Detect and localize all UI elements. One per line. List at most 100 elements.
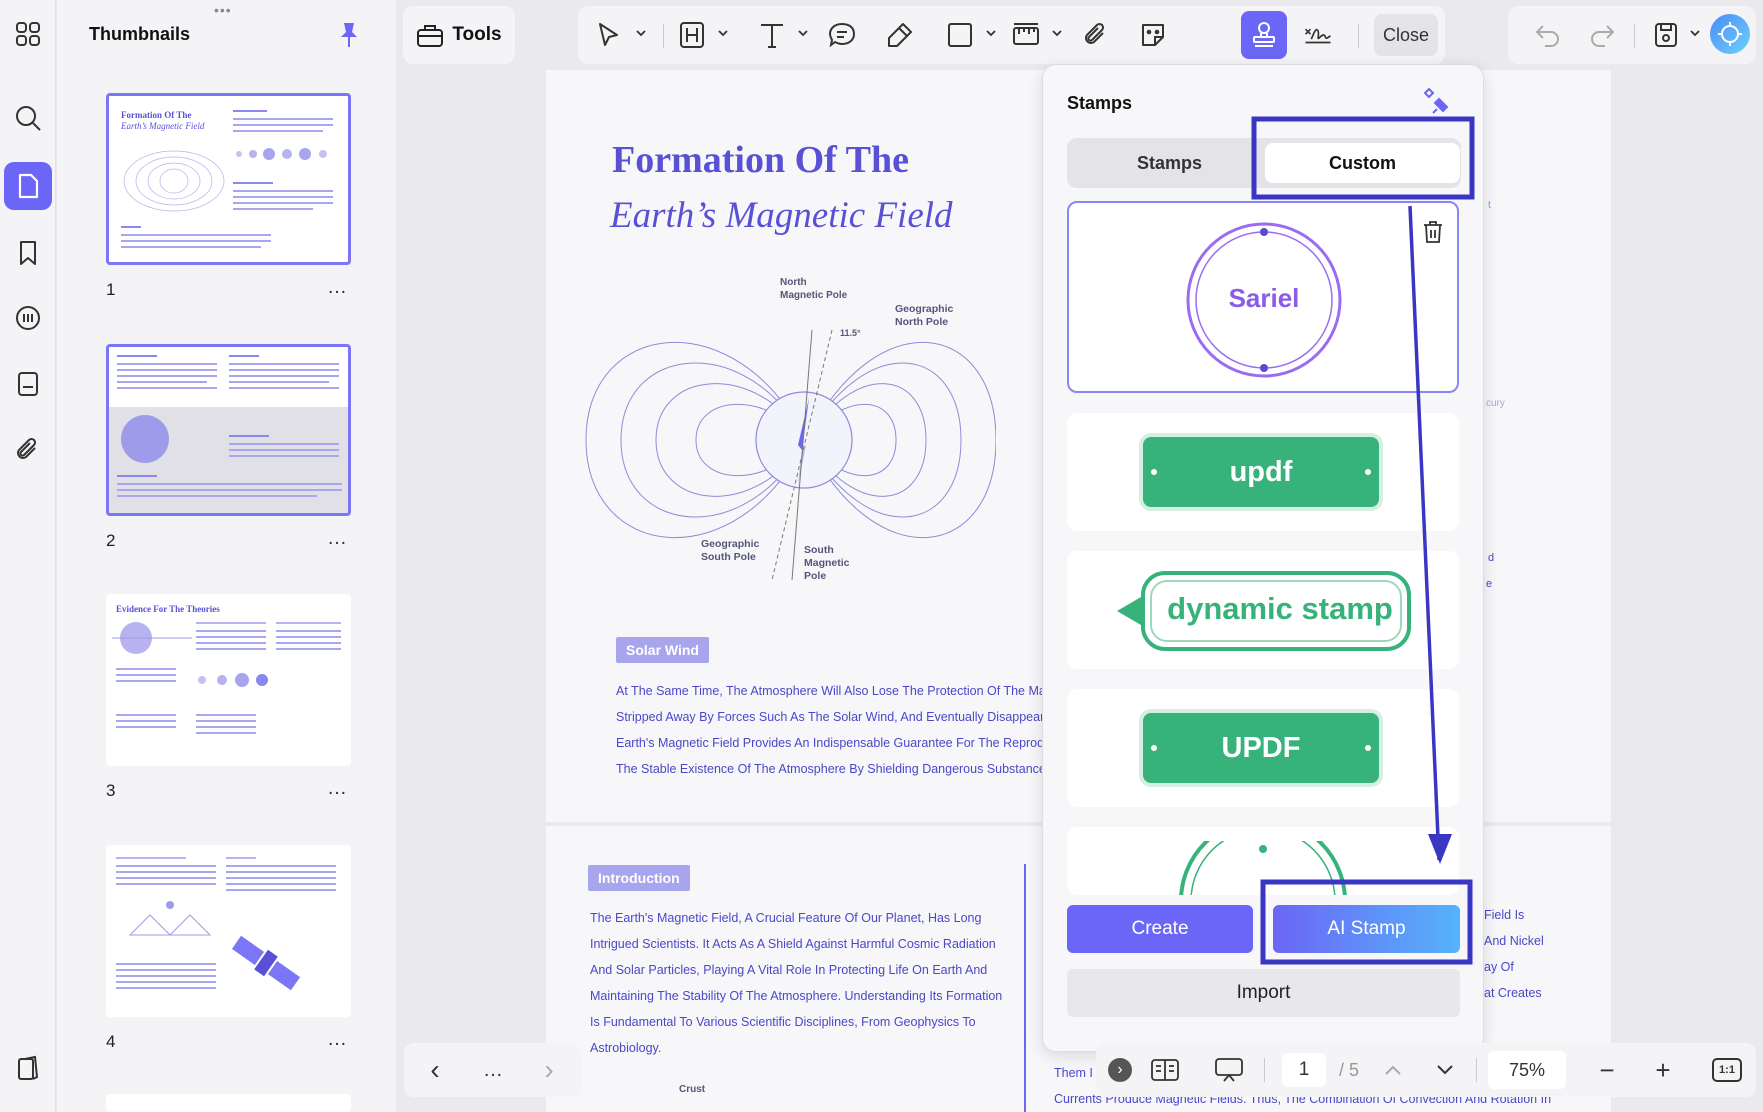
- text-chevron-down-icon[interactable]: [796, 26, 810, 40]
- select-chevron-down-icon[interactable]: [634, 26, 648, 40]
- solar-wind-tag: Solar Wind: [616, 637, 709, 663]
- thumb-1-title: Formation Of The: [121, 110, 192, 120]
- bookmark-icon[interactable]: [4, 229, 52, 277]
- doc-title-line2: Earth’s Magnetic Field: [610, 195, 953, 236]
- label-south-magnetic-pole: South Magnetic Pole: [804, 544, 850, 582]
- label-geographic-north-pole: Geographic North Pole: [895, 303, 954, 328]
- attachment-icon[interactable]: [4, 426, 52, 474]
- ai-assistant-icon[interactable]: [1710, 14, 1750, 54]
- undo-icon[interactable]: [1530, 17, 1566, 53]
- measure-ruler-icon[interactable]: [1008, 17, 1044, 53]
- save-icon[interactable]: [1648, 17, 1684, 53]
- tools-button[interactable]: Tools: [403, 6, 515, 64]
- actual-size-button[interactable]: 1:1: [1712, 1058, 1742, 1082]
- custom-stamp-updf-lower[interactable]: updf: [1067, 413, 1459, 531]
- sariel-stamp-label: Sariel: [1228, 283, 1300, 313]
- expand-chevron-icon[interactable]: ›: [1108, 1058, 1132, 1082]
- solar-wind-paragraph: At The Same Time, The Atmosphere Will Al…: [616, 684, 1058, 776]
- thumbnail-2-more-button[interactable]: …: [327, 527, 348, 550]
- page-nav-bar: ‹ … ›: [404, 1043, 581, 1097]
- presentation-icon[interactable]: [1212, 1055, 1246, 1085]
- import-stamp-button[interactable]: Import: [1067, 969, 1460, 1017]
- sticker-icon[interactable]: [1135, 17, 1171, 53]
- next-page-button[interactable]: ›: [534, 1054, 564, 1085]
- thumbnail-page-4[interactable]: [106, 845, 351, 1017]
- shape-chevron-down-icon[interactable]: [984, 26, 998, 40]
- search-icon[interactable]: [4, 94, 52, 142]
- panel-title: Thumbnails: [89, 24, 191, 44]
- history-divider: [1634, 24, 1635, 48]
- save-chevron-down-icon[interactable]: [1688, 26, 1702, 40]
- thumbnail-page-1[interactable]: Formation Of The Earth’s Magnetic Field: [106, 93, 351, 265]
- thumbnail-1-more-button[interactable]: …: [327, 276, 348, 299]
- zoom-divider: [1264, 1058, 1265, 1082]
- thumb-1-subtitle: Earth’s Magnetic Field: [121, 121, 205, 131]
- comment-icon[interactable]: [4, 295, 52, 343]
- toolbar-divider-2: [1358, 24, 1359, 48]
- comment-note-icon[interactable]: [824, 17, 860, 53]
- tab-stamps[interactable]: Stamps: [1072, 143, 1267, 183]
- right-fragment-3: d: [1488, 552, 1495, 564]
- text-icon[interactable]: [754, 17, 790, 53]
- custom-stamp-sariel[interactable]: Sariel: [1067, 201, 1459, 393]
- stamps-tab-group: Stamps Custom: [1067, 138, 1461, 188]
- thumb-3-circles: [198, 673, 268, 687]
- zoom-level[interactable]: 75%: [1488, 1051, 1566, 1089]
- stamp-tool-button[interactable]: [1241, 11, 1287, 59]
- annotation-toolbar: Close: [578, 6, 1445, 64]
- panel-drag-handle[interactable]: •••: [214, 2, 232, 18]
- right-fragment-4: e: [1486, 578, 1493, 590]
- label-geographic-south-pole: Geographic South Pole: [701, 538, 760, 563]
- thumbnail-page-5[interactable]: [106, 1094, 351, 1112]
- thumbnails-page-icon[interactable]: [4, 162, 52, 210]
- bottom-fragment-1: Them I: [1054, 1066, 1093, 1080]
- layers-icon[interactable]: [4, 1044, 52, 1092]
- close-toolbar-button[interactable]: Close: [1374, 14, 1438, 56]
- zoom-in-button[interactable]: +: [1648, 1055, 1678, 1085]
- thumbnail-page-3[interactable]: Evidence For The Theories: [106, 594, 351, 766]
- select-cursor-icon[interactable]: [590, 17, 626, 53]
- more-options-button[interactable]: …: [478, 1055, 508, 1085]
- pin-stamps-icon[interactable]: [1419, 85, 1455, 117]
- left-rail: [0, 0, 56, 1112]
- ai-stamp-button[interactable]: AI Stamp: [1273, 905, 1460, 953]
- thumbnail-page-2[interactable]: [106, 344, 351, 516]
- heading-highlight-icon[interactable]: [674, 17, 710, 53]
- updf-lower-stamp: updf: [1139, 433, 1383, 511]
- thumbnail-number-4: 4: [106, 1032, 116, 1051]
- document-icon[interactable]: [4, 360, 52, 408]
- page-number-input[interactable]: 1: [1282, 1053, 1326, 1087]
- signature-icon[interactable]: [1300, 17, 1336, 53]
- toolbar-divider: [663, 24, 664, 48]
- page-layout-icon[interactable]: [1148, 1055, 1182, 1085]
- heading-chevron-down-icon[interactable]: [716, 26, 730, 40]
- apps-grid-icon[interactable]: [4, 10, 52, 58]
- thumb-3-title: Evidence For The Theories: [116, 604, 220, 614]
- attach-file-icon[interactable]: [1078, 17, 1114, 53]
- zoom-divider-2: [1476, 1058, 1477, 1082]
- custom-stamp-updf-upper[interactable]: UPDF: [1067, 689, 1459, 807]
- create-stamp-button[interactable]: Create: [1067, 905, 1253, 953]
- rectangle-shape-icon[interactable]: [942, 17, 978, 53]
- tab-custom[interactable]: Custom: [1265, 143, 1460, 183]
- doc-title-line1: Formation Of The: [612, 139, 909, 181]
- right-fragment-1: t: [1488, 200, 1491, 211]
- introduction-paragraph: The Earth's Magnetic Field, A Crucial Fe…: [590, 911, 1003, 1055]
- page-up-chevron-icon[interactable]: [1378, 1055, 1408, 1085]
- thumb-3-diagram: [112, 622, 192, 654]
- delete-stamp-trash-icon[interactable]: [1421, 219, 1445, 245]
- pencil-icon[interactable]: [882, 17, 918, 53]
- thumbnail-3-more-button[interactable]: …: [327, 777, 348, 800]
- custom-stamp-dynamic[interactable]: dynamic stamp: [1067, 551, 1459, 669]
- thumbnail-number-3: 3: [106, 781, 116, 800]
- thumbnail-4-more-button[interactable]: …: [327, 1028, 348, 1051]
- custom-stamp-partial[interactable]: [1067, 827, 1459, 895]
- thumb-4-satellite: [231, 935, 301, 991]
- redo-icon[interactable]: [1584, 17, 1620, 53]
- thumb-1-circles: [236, 148, 327, 160]
- measure-chevron-down-icon[interactable]: [1050, 26, 1064, 40]
- page-down-chevron-icon[interactable]: [1430, 1055, 1460, 1085]
- pin-icon[interactable]: [335, 20, 363, 50]
- prev-page-button[interactable]: ‹: [420, 1054, 450, 1085]
- zoom-out-button[interactable]: −: [1592, 1055, 1622, 1085]
